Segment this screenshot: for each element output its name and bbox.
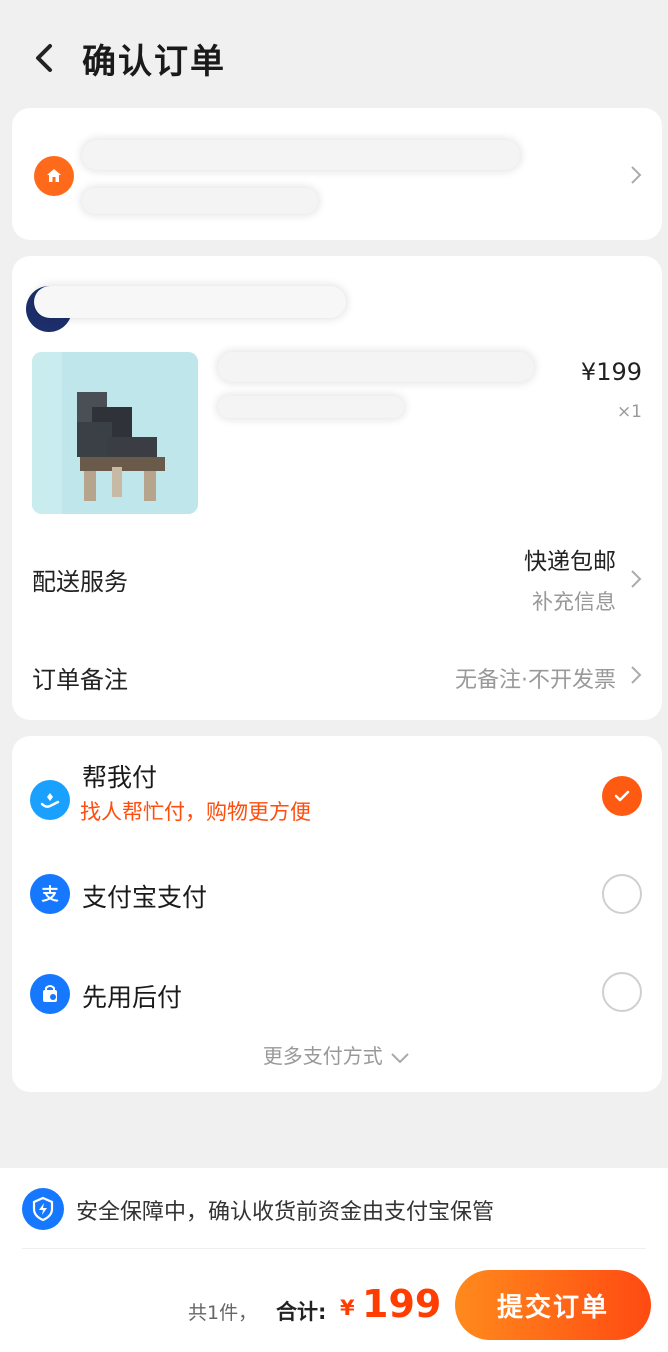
more-payment-methods[interactable]: 更多支付方式 (12, 1040, 662, 1069)
product-title-redacted (218, 352, 534, 382)
order-note-value[interactable]: 无备注·不开发票 (455, 662, 616, 694)
product-image[interactable] (32, 352, 198, 514)
home-icon (34, 156, 74, 196)
help-pay-icon (30, 780, 70, 820)
alipay-radio[interactable] (602, 874, 642, 914)
more-payment-label: 更多支付方式 (262, 1044, 383, 1068)
total-currency: ¥ (340, 1296, 355, 1320)
total-label: 合计: (276, 1300, 327, 1324)
delivery-sub[interactable]: 补充信息 (532, 586, 616, 616)
back-arrow-icon[interactable] (30, 40, 56, 76)
checkout-bar: 安全保障中，确认收货前资金由支付宝保管 共1件， 合计: ¥ 199 提交订单 (0, 1168, 668, 1352)
top-bar: 确认订单 (0, 0, 668, 110)
help-pay-radio[interactable] (602, 776, 642, 816)
order-item-card: ¥199 ×1 配送服务 快递包邮 补充信息 订单备注 无备注·不开发票 (12, 256, 662, 720)
product-spec-redacted (218, 396, 404, 418)
help-pay-title[interactable]: 帮我付 (82, 758, 157, 794)
product-quantity: ×1 (616, 402, 642, 422)
pay-later-radio[interactable] (602, 972, 642, 1012)
product-price: ¥199 (580, 358, 642, 386)
total-price: 199 (362, 1282, 442, 1326)
chevron-right-icon (631, 570, 642, 588)
safety-notice: 安全保障中，确认收货前资金由支付宝保管 (76, 1200, 495, 1225)
divider (22, 1248, 646, 1249)
chevron-right-icon (631, 166, 642, 184)
item-count: 共1件， (188, 1302, 258, 1324)
submit-order-button[interactable]: 提交订单 (455, 1270, 651, 1340)
page-title: 确认订单 (82, 42, 226, 82)
order-note-label: 订单备注 (32, 666, 128, 694)
alipay-icon: 支 (30, 874, 70, 914)
chevron-down-icon (391, 1052, 409, 1063)
pay-later-title[interactable]: 先用后付 (82, 978, 182, 1014)
chevron-right-icon (631, 666, 642, 684)
address-redacted (82, 140, 520, 170)
recipient-redacted (82, 188, 318, 214)
address-card[interactable] (12, 108, 662, 240)
alipay-title[interactable]: 支付宝支付 (82, 878, 207, 914)
delivery-label: 配送服务 (32, 568, 128, 596)
payment-methods-card: 帮我付 找人帮忙付，购物更方便 支 支付宝支付 先用后付 更多支付方式 (12, 736, 662, 1092)
pay-later-icon (30, 974, 70, 1014)
svg-text:支: 支 (42, 884, 60, 905)
delivery-value[interactable]: 快递包邮 (524, 542, 616, 576)
shield-icon (22, 1188, 64, 1230)
help-pay-subtitle: 找人帮忙付，购物更方便 (80, 800, 311, 824)
shop-name-redacted (34, 286, 346, 318)
